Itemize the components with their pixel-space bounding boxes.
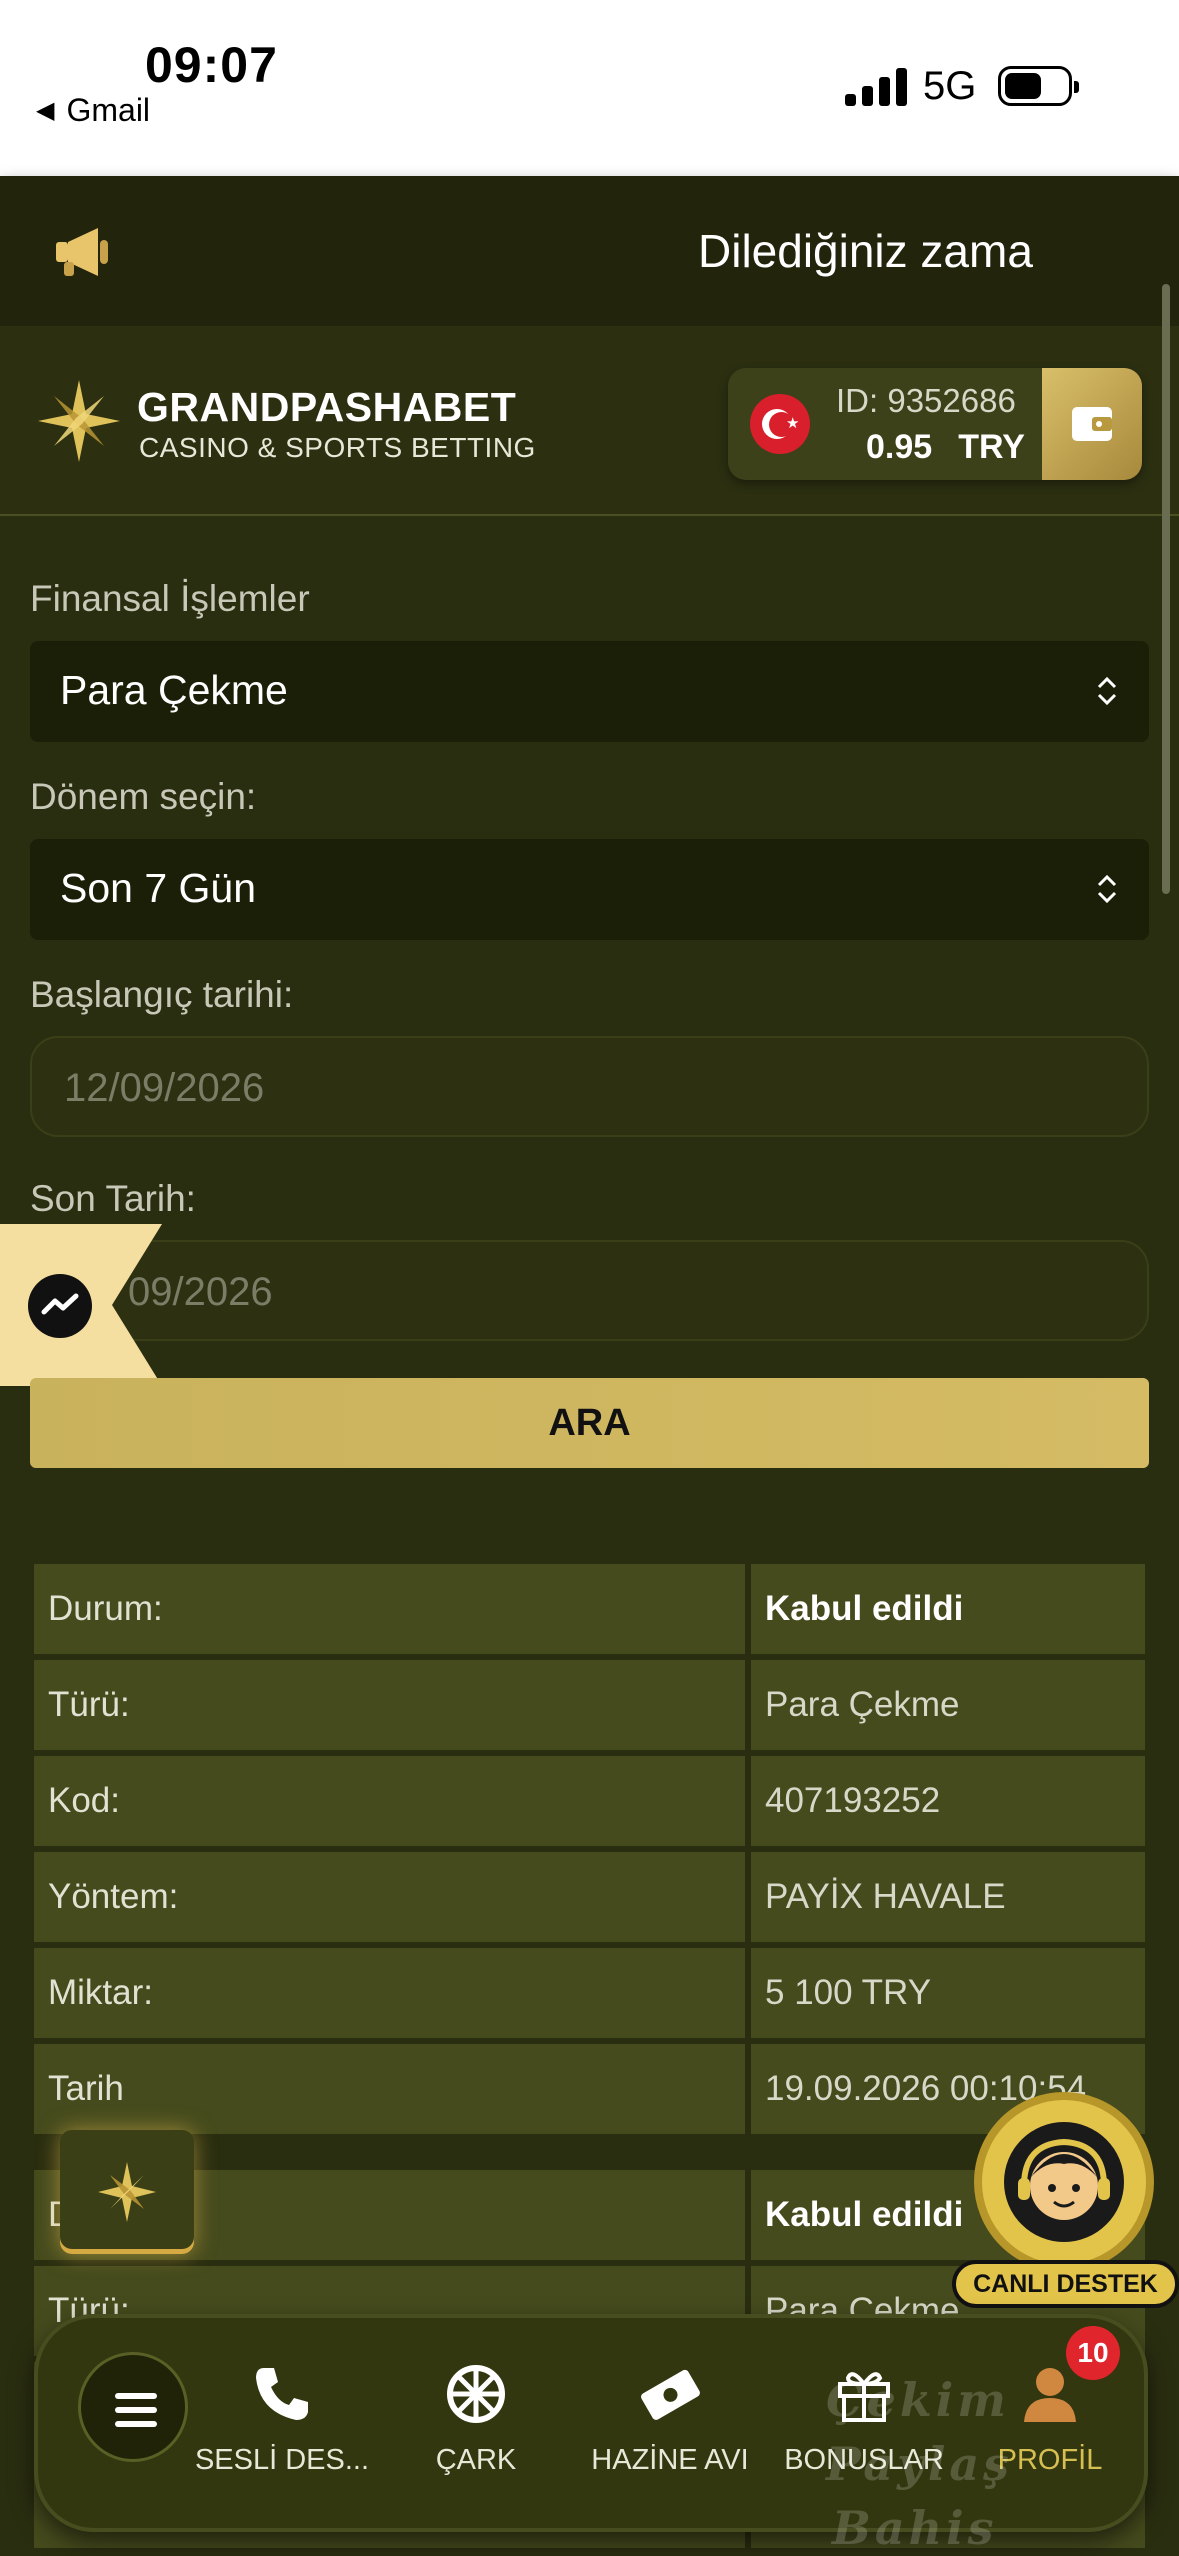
signal-icon — [845, 66, 907, 106]
watermark-line-1: Çekim Paylaş — [826, 2373, 1014, 2491]
start-date-label: Başlangıç tarihi: — [30, 974, 294, 1015]
watermark-line-2: Bahis Forum — [832, 2501, 998, 2555]
menu-button[interactable] — [78, 2352, 188, 2462]
row-value: 5 100 TRY — [751, 1948, 1145, 2038]
wheel-icon — [447, 2365, 505, 2423]
account-id: ID: 9352686 — [836, 382, 1016, 419]
network-type: 5G — [923, 64, 977, 108]
row-value: Para Çekme — [751, 1660, 1145, 1750]
table-row: Durum: Kabul edildi — [34, 1564, 1145, 1660]
site-header: GRANDPASHABET CASINO & SPORTS BETTING ★ … — [0, 326, 1179, 516]
balance-amount: 0.95 — [866, 428, 933, 466]
megaphone-icon — [56, 228, 108, 276]
nav-label: HAZİNE AVI — [591, 2444, 749, 2476]
messenger-icon — [28, 1274, 92, 1338]
search-button[interactable]: ARA — [30, 1378, 1149, 1468]
end-date-label: Son Tarih: — [30, 1178, 196, 1219]
row-key: Tarih — [34, 2044, 745, 2134]
select-chevrons-icon — [1097, 874, 1117, 904]
start-date-input[interactable]: 12/09/2026 — [30, 1036, 1149, 1137]
transactions-select[interactable]: Para Çekme — [30, 641, 1149, 742]
start-date-value: 12/09/2026 — [64, 1066, 265, 1110]
wallet-button[interactable] — [1042, 368, 1142, 480]
wallet-icon — [1072, 407, 1112, 441]
logo-star-icon — [98, 2162, 156, 2222]
row-key: Yöntem: — [34, 1852, 745, 1942]
logo-star-icon[interactable] — [36, 378, 122, 464]
status-bar: 09:07 ◀ Gmail 5G — [0, 0, 1179, 176]
row-value: 407193252 — [751, 1756, 1145, 1846]
turkey-flag-icon: ★ — [750, 394, 810, 454]
treasure-ticket-icon — [641, 2369, 700, 2420]
end-date-input[interactable]: 09/2026 — [30, 1240, 1149, 1341]
hamburger-icon — [115, 2393, 157, 2435]
floating-logo-button[interactable] — [60, 2130, 194, 2254]
row-key: Türü: — [34, 1660, 745, 1750]
back-to-app-link[interactable]: ◀ Gmail — [36, 92, 150, 129]
transactions-label: Finansal İşlemler — [30, 578, 310, 619]
account-balance: 0.95 TRY — [866, 428, 1025, 467]
transaction-table: Durum: Kabul edildi Türü: Para Çekme Kod… — [34, 1564, 1145, 2140]
phone-icon — [256, 2368, 308, 2420]
row-key: Kod: — [34, 1756, 745, 1846]
headset-agent-icon — [1004, 2122, 1124, 2242]
brand-tagline: CASINO & SPORTS BETTING — [139, 432, 536, 463]
period-label: Dönem seçin: — [30, 776, 257, 817]
row-value: PAYİX HAVALE — [751, 1852, 1145, 1942]
period-selected-value: Son 7 Gün — [60, 865, 257, 911]
table-row: Miktar: 5 100 TRY — [34, 1948, 1145, 2044]
table-row: Kod: 407193252 — [34, 1756, 1145, 1852]
table-row: Türü: Para Çekme — [34, 1660, 1145, 1756]
row-key: Durum: — [34, 1564, 745, 1654]
live-support-button[interactable]: CANLI DESTEK — [952, 2092, 1179, 2322]
balance-currency: TRY — [958, 428, 1025, 466]
row-key: Miktar: — [34, 1948, 745, 2038]
announcement-bar: Dilediğiniz zama — [0, 176, 1179, 326]
transactions-selected-value: Para Çekme — [60, 667, 288, 713]
status-time: 09:07 — [145, 37, 278, 93]
announcement-text: Dilediğiniz zama — [698, 225, 1033, 277]
battery-icon — [998, 66, 1079, 106]
back-app-label: Gmail — [66, 92, 151, 128]
period-select[interactable]: Son 7 Gün — [30, 839, 1149, 940]
nav-label: ÇARK — [435, 2444, 517, 2476]
nav-item-wheel[interactable]: ÇARK — [386, 2352, 566, 2477]
back-triangle-icon: ◀ — [36, 97, 55, 124]
table-row: Yöntem: PAYİX HAVALE — [34, 1852, 1145, 1948]
nav-item-voice-support[interactable]: SESLİ DES... — [192, 2352, 372, 2477]
row-value: Kabul edildi — [751, 1564, 1145, 1654]
brand-name[interactable]: GRANDPASHABET — [137, 384, 516, 431]
nav-item-treasure-hunt[interactable]: HAZİNE AVI — [580, 2352, 760, 2477]
page-scrollbar[interactable] — [1162, 284, 1170, 894]
nav-label: SESLİ DES... — [194, 2444, 370, 2476]
watermark: Çekim Paylaş Bahis Forum — [826, 2368, 1179, 2555]
end-date-value: 09/2026 — [128, 1270, 273, 1314]
live-support-label: CANLI DESTEK — [952, 2260, 1179, 2308]
select-chevrons-icon — [1097, 676, 1117, 706]
